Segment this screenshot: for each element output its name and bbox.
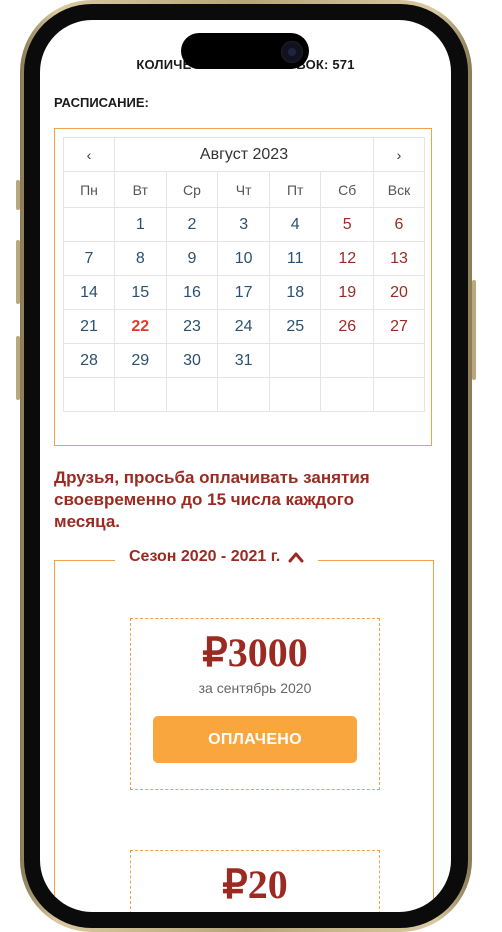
calendar-day[interactable]: 7 [63, 241, 115, 276]
calendar-empty-cell [268, 343, 322, 378]
calendar-day[interactable]: 15 [114, 275, 167, 310]
payment-notice: Друзья, просьба оплачивать занятия своев… [54, 468, 370, 531]
payment-period: за сентябрь 2020 [198, 680, 312, 696]
next-month-button[interactable]: › [373, 137, 425, 172]
weekday-header: Вск [373, 171, 425, 208]
calendar-day[interactable]: 9 [165, 241, 219, 276]
front-camera [281, 41, 303, 63]
paid-status-button[interactable]: ОПЛАЧЕНО [153, 716, 357, 763]
calendar-week: 28 29 30 31 [63, 343, 425, 378]
weekday-header: Чт [217, 171, 270, 208]
calendar-table: ‹ Август 2023 › Пн Вт Ср Чт Пт Сб Вск 12345678… [63, 137, 425, 412]
season-toggle[interactable]: Сезон 2020 - 2021 г. [115, 548, 319, 566]
calendar-widget: ‹ Август 2023 › Пн Вт Ср Чт Пт Сб Вск 12345678… [54, 128, 432, 446]
calendar-day[interactable]: 17 [217, 275, 270, 310]
payment-price: ₽20 [222, 862, 288, 907]
calendar-empty-cell [165, 377, 219, 412]
calendar-day[interactable]: 12 [320, 241, 374, 276]
calendar-empty-cell [268, 377, 322, 412]
calendar-empty-cell [114, 377, 167, 412]
calendar-empty-cell [217, 377, 270, 412]
calendar-day-today[interactable]: 22 [114, 309, 167, 344]
weekday-header: Пн [63, 171, 115, 208]
calendar-day[interactable]: 6 [373, 207, 425, 242]
calendar-day[interactable]: 25 [268, 309, 322, 344]
calendar-empty-cell [373, 377, 425, 412]
power-button [472, 280, 476, 380]
calendar-week [63, 377, 425, 412]
calendar-day[interactable]: 4 [268, 207, 322, 242]
calendar-day[interactable]: 14 [63, 275, 115, 310]
mute-switch [16, 180, 20, 210]
calendar-day[interactable]: 21 [63, 309, 115, 344]
calendar-day[interactable]: 8 [114, 241, 167, 276]
calendar-day[interactable]: 13 [373, 241, 425, 276]
calendar-empty-cell [373, 343, 425, 378]
schedule-label: РАСПИСАНИЕ: [54, 95, 149, 110]
payment-card: ₽3000 за сентябрь 2020 ОПЛАЧЕНО [130, 618, 380, 790]
calendar-week: 14 15 16 17 18 19 20 [63, 275, 425, 310]
calendar-day[interactable]: 31 [217, 343, 270, 378]
calendar-empty-cell [63, 207, 115, 242]
weekday-header: Пт [268, 171, 322, 208]
calendar-day[interactable]: 11 [268, 241, 322, 276]
calendar-day[interactable]: 26 [320, 309, 374, 344]
month-title: Август 2023 [114, 137, 374, 172]
weekday-header: Сб [320, 171, 374, 208]
calendar-day[interactable]: 2 [165, 207, 219, 242]
calendar-day[interactable]: 18 [268, 275, 322, 310]
calendar-day[interactable]: 20 [373, 275, 425, 310]
calendar-day[interactable]: 29 [114, 343, 167, 378]
calendar-day[interactable]: 23 [165, 309, 219, 344]
calendar-week: 21 22 23 24 25 26 27 [63, 309, 425, 344]
payment-price: ₽3000 [202, 630, 308, 675]
calendar-empty-cell [320, 343, 374, 378]
payment-card: ₽20 [130, 850, 380, 912]
weekday-header: Ср [165, 171, 219, 208]
calendar-day[interactable]: 24 [217, 309, 270, 344]
chevron-up-icon [288, 552, 304, 563]
calendar-week: 7 8 9 10 11 12 13 [63, 241, 425, 276]
calendar-day[interactable]: 28 [63, 343, 115, 378]
season-title: Сезон 2020 - 2021 г. [129, 548, 281, 565]
calendar-day[interactable]: 30 [165, 343, 219, 378]
calendar-day[interactable]: 16 [165, 275, 219, 310]
calendar-day[interactable]: 1 [114, 207, 167, 242]
calendar-day[interactable]: 27 [373, 309, 425, 344]
calendar-day[interactable]: 19 [320, 275, 374, 310]
screen: КОЛИЧЕСТВО ТРЕНИРОВОК: 571 РАСПИСАНИЕ: ‹… [40, 20, 451, 912]
volume-down-button [16, 336, 20, 400]
prev-month-button[interactable]: ‹ [63, 137, 115, 172]
calendar-day[interactable]: 10 [217, 241, 270, 276]
calendar-empty-cell [320, 377, 374, 412]
weekday-header: Вт [114, 171, 167, 208]
calendar-day[interactable]: 3 [217, 207, 270, 242]
calendar-day[interactable]: 5 [320, 207, 374, 242]
calendar-empty-cell [63, 377, 115, 412]
volume-up-button [16, 240, 20, 304]
calendar-week: 123456 [63, 207, 425, 242]
